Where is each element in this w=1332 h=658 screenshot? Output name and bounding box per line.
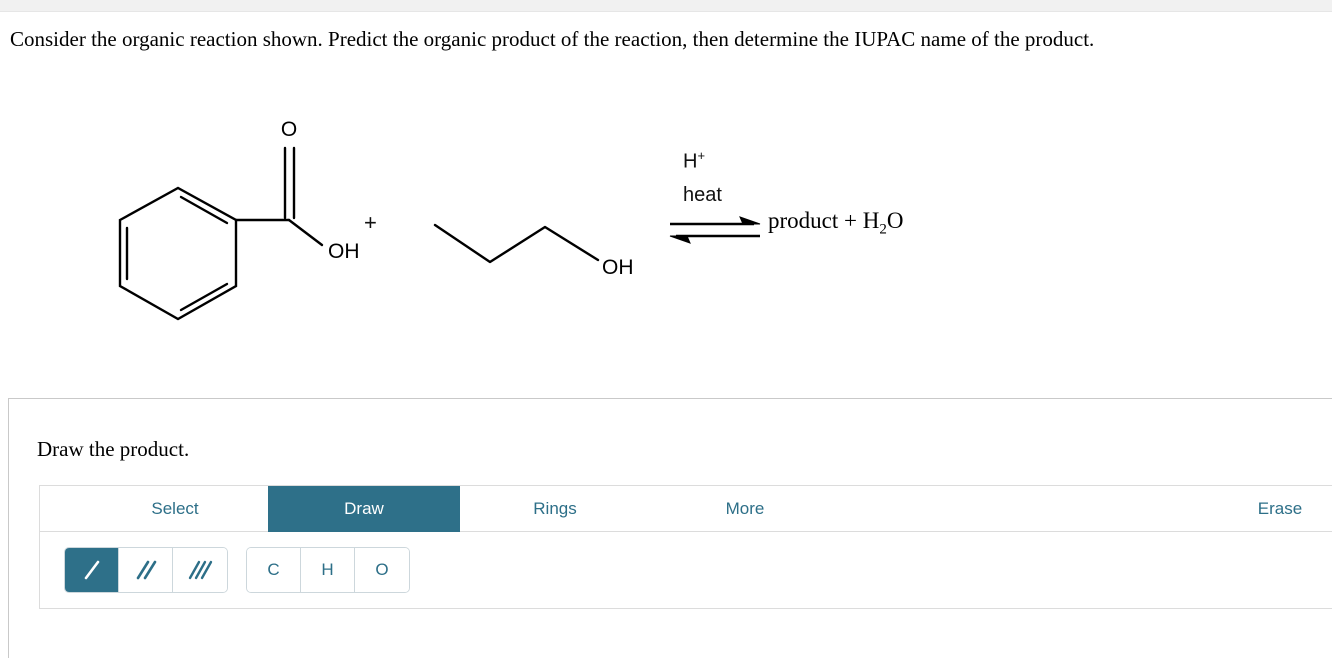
benzoic-acid-structure: O OH bbox=[118, 118, 360, 321]
molecule-editor: Select Draw Rings More Erase C H O bbox=[39, 485, 1332, 609]
editor-tabbar: Select Draw Rings More Erase bbox=[40, 486, 1332, 532]
answer-panel: Draw the product. Select Draw Rings More… bbox=[8, 398, 1332, 658]
top-strip bbox=[0, 0, 1332, 12]
carbon-atom-button[interactable]: C bbox=[247, 548, 301, 592]
condition-acid-charge: + bbox=[697, 148, 706, 163]
tab-more[interactable]: More bbox=[650, 486, 840, 532]
page-root: Consider the organic reaction shown. Pre… bbox=[0, 0, 1332, 658]
single-bond-icon bbox=[84, 560, 99, 580]
condition-acid: H+ bbox=[683, 148, 705, 174]
carbonyl-oxygen-label: O bbox=[281, 118, 297, 141]
tab-draw[interactable]: Draw bbox=[268, 486, 460, 532]
atom-tool-group: C H O bbox=[246, 547, 410, 593]
reactant-plus-sign: + bbox=[364, 210, 377, 235]
double-bond-icon bbox=[136, 560, 156, 580]
products-suffix: O bbox=[886, 208, 904, 233]
carboxyl-hydroxyl-label: OH bbox=[328, 240, 360, 263]
oxygen-atom-button[interactable]: O bbox=[355, 548, 409, 592]
triple-bond-icon bbox=[188, 560, 213, 580]
editor-toolrow: C H O bbox=[40, 532, 1332, 608]
hydrogen-atom-button[interactable]: H bbox=[301, 548, 355, 592]
products-label: product + H2O bbox=[768, 208, 903, 239]
double-bond-tool-button[interactable] bbox=[119, 548, 173, 592]
triple-bond-tool-button[interactable] bbox=[173, 548, 227, 592]
reaction-scheme: O OH + OH H+ heat product + H2O bbox=[0, 100, 1332, 350]
tab-select[interactable]: Select bbox=[82, 486, 268, 532]
equilibrium-arrow bbox=[669, 216, 761, 244]
panel-title: Draw the product. bbox=[37, 437, 190, 461]
question-prompt: Consider the organic reaction shown. Pre… bbox=[10, 27, 1095, 51]
bond-tool-group bbox=[64, 547, 228, 593]
condition-heat: heat bbox=[683, 184, 722, 206]
water-subscript: 2 bbox=[879, 221, 887, 238]
single-bond-tool-button[interactable] bbox=[65, 548, 119, 592]
propanol-structure: OH bbox=[433, 223, 634, 279]
products-prefix: product + H bbox=[768, 208, 880, 233]
tab-rings[interactable]: Rings bbox=[460, 486, 650, 532]
condition-acid-text: H bbox=[683, 150, 698, 173]
propanol-hydroxyl-label: OH bbox=[602, 256, 634, 279]
tab-erase[interactable]: Erase bbox=[1220, 486, 1332, 532]
